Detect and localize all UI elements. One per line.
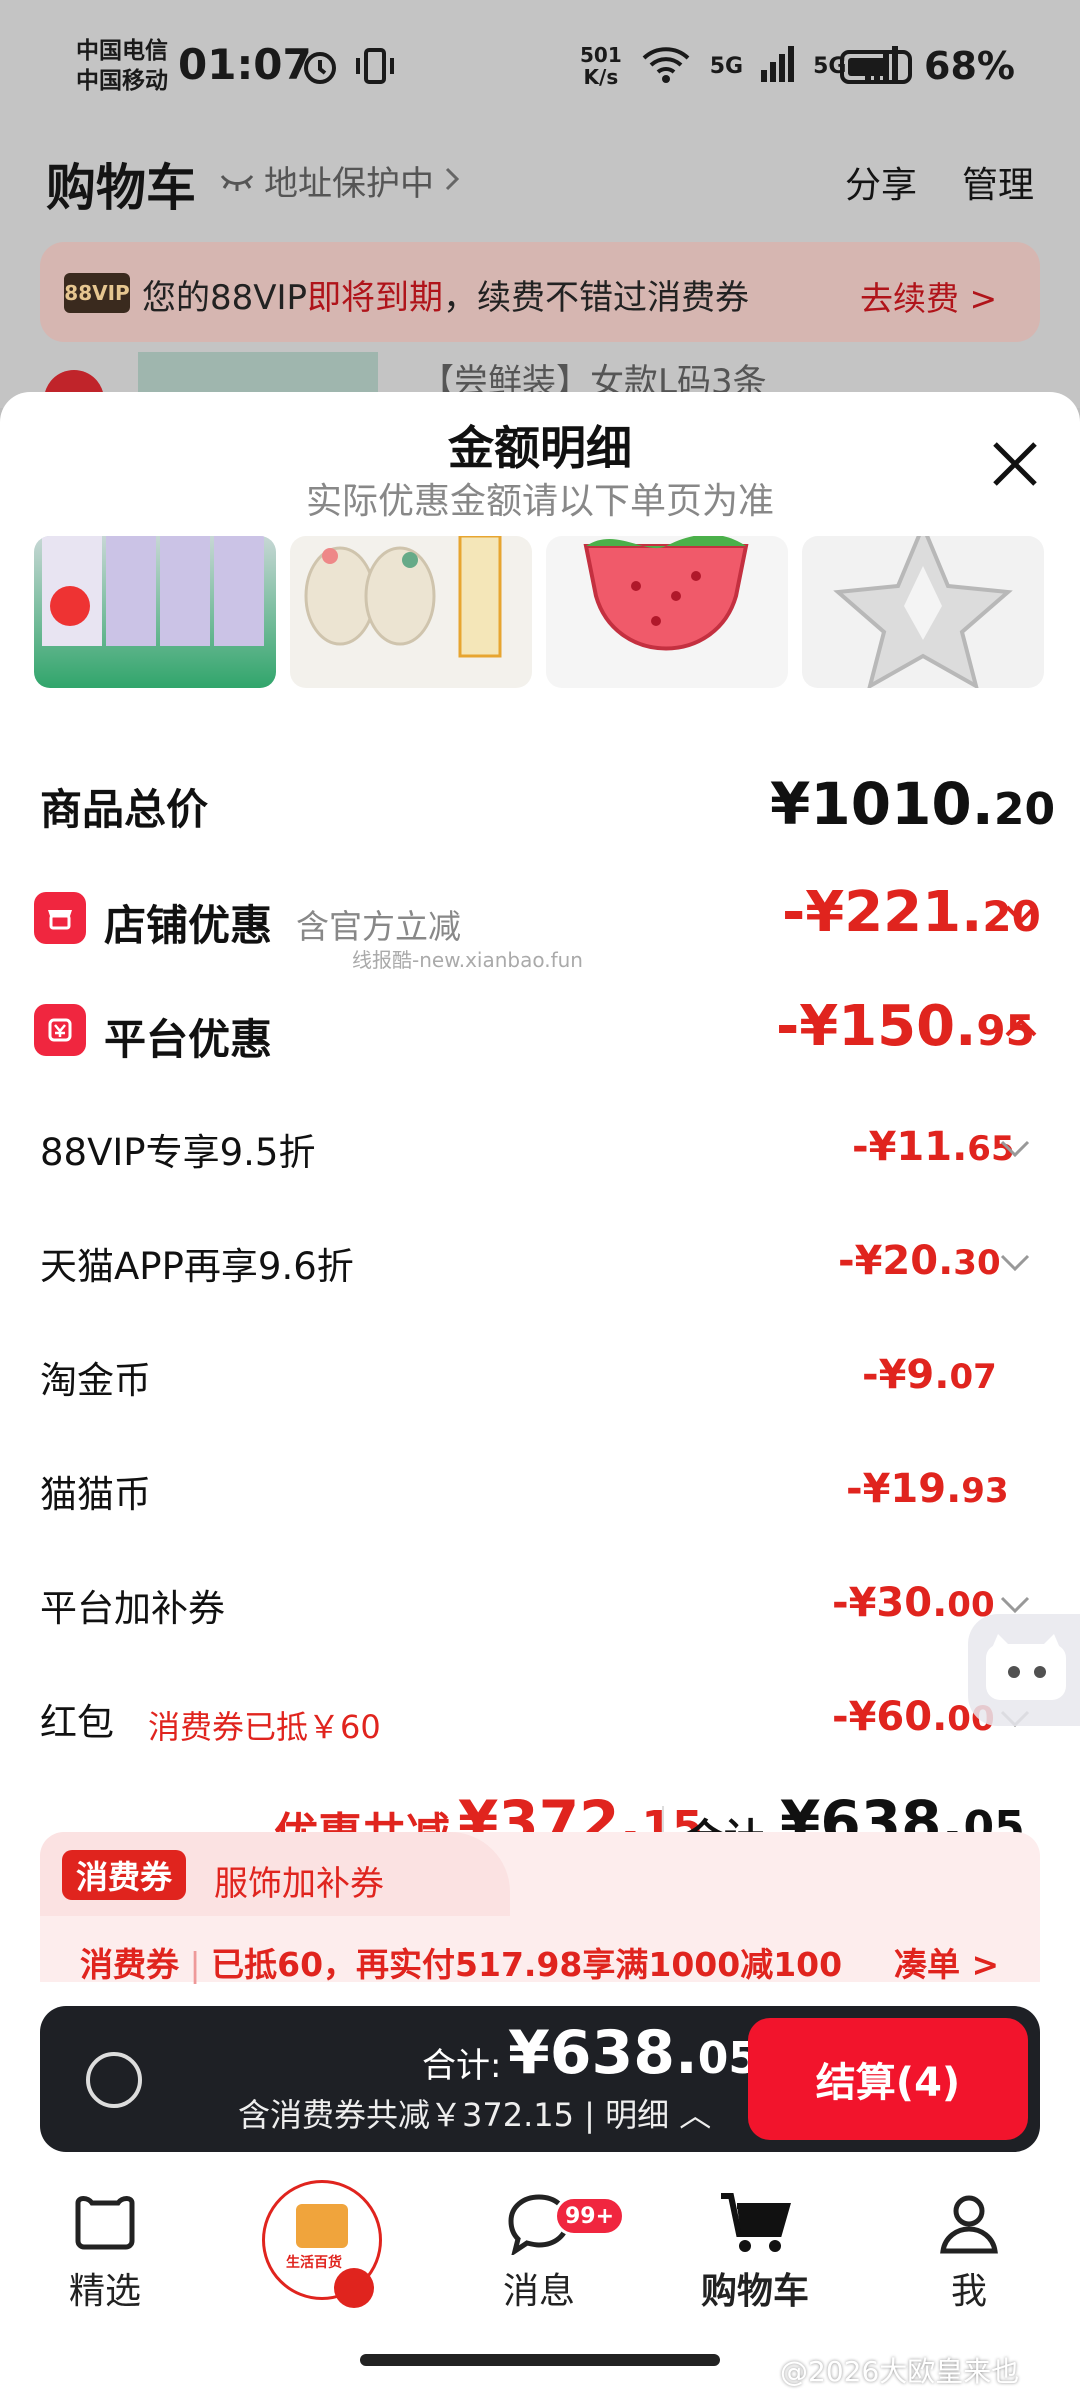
signal-bars-icon bbox=[761, 46, 795, 86]
net-speed: 501 K/s bbox=[580, 43, 622, 89]
red-packet-note: 消费券已抵￥60 bbox=[148, 1708, 381, 1746]
renew-link[interactable]: 去续费 > bbox=[860, 272, 997, 320]
cart-icon bbox=[680, 2188, 830, 2258]
life-store-label: 生活百货 bbox=[286, 2255, 342, 2271]
life-store-icon bbox=[296, 2204, 348, 2248]
product-thumbnails bbox=[34, 536, 1044, 688]
product-thumb-strawberry-charm bbox=[546, 536, 788, 688]
checkout-total-label: 合计: bbox=[422, 2046, 502, 2086]
life-store-badge bbox=[334, 2268, 374, 2308]
watermark-text: 线报酷-new.xianbao.fun bbox=[352, 948, 583, 972]
battery-percent: 68% bbox=[924, 44, 1015, 88]
chevron-right-icon bbox=[444, 161, 460, 201]
manage-button[interactable]: 管理 bbox=[962, 156, 1034, 208]
checkout-total-value: ¥638.05 bbox=[508, 2018, 760, 2088]
carrier-2: 中国移动 bbox=[76, 68, 168, 94]
product-thumb-underwear bbox=[34, 536, 276, 688]
vibrate-icon bbox=[352, 46, 398, 90]
store-discount-value[interactable]: -¥221.20 bbox=[782, 880, 1041, 945]
sheet-subtitle: 实际优惠金额请以下单页为准 bbox=[305, 481, 774, 522]
chevron-down-icon[interactable] bbox=[998, 1252, 1032, 1278]
chevron-down-icon[interactable] bbox=[1004, 904, 1038, 930]
address-label: 地址保护中 bbox=[264, 164, 434, 204]
floating-assistant-icon[interactable] bbox=[968, 1614, 1080, 1726]
wifi-icon bbox=[640, 44, 692, 88]
select-all-radio[interactable] bbox=[86, 2052, 142, 2108]
store-discount-note: 含官方立减 bbox=[296, 907, 461, 946]
tab-cart[interactable]: 购物车 bbox=[680, 2188, 830, 2314]
add-items-link[interactable]: 凑单 > bbox=[894, 1938, 999, 1986]
product-thumb-clogs bbox=[290, 536, 532, 688]
tab-featured[interactable]: 精选 bbox=[30, 2188, 180, 2314]
platform-discount-label: 平台优惠 bbox=[104, 1015, 273, 1064]
checkout-button[interactable]: 结算(4) bbox=[748, 2018, 1028, 2140]
battery-icon bbox=[840, 50, 912, 84]
product-thumb-star-charm bbox=[802, 536, 1044, 688]
coupon-progress-text: 消费券 | 已抵60，再实付517.98享满1000减100 bbox=[80, 1945, 843, 1984]
carrier-1: 中国电信 bbox=[76, 38, 168, 64]
chevron-down-icon[interactable] bbox=[998, 1138, 1032, 1164]
sheet-title: 金额明细 bbox=[448, 421, 632, 475]
coupon-badge: 消费券 bbox=[62, 1850, 187, 1900]
share-button[interactable]: 分享 bbox=[845, 156, 917, 208]
address-protection[interactable]: 地址保护中 bbox=[220, 156, 460, 205]
goods-total-label: 商品总价 bbox=[40, 785, 209, 834]
vip-tag: 88VIP bbox=[64, 273, 130, 313]
message-count-badge: 99+ bbox=[554, 2196, 626, 2236]
carrier-labels: 中国电信 中国移动 bbox=[76, 36, 168, 96]
store-discount-label: 店铺优惠 bbox=[104, 901, 273, 950]
eye-closed-icon bbox=[220, 161, 254, 201]
platform-discount-value[interactable]: -¥150.95 bbox=[776, 994, 1035, 1059]
page-title: 购物车 bbox=[46, 159, 196, 217]
tab-me[interactable]: 我 bbox=[894, 2188, 1044, 2314]
coupon-title: 服饰加补券 bbox=[214, 1864, 384, 1904]
weibo-watermark: @2026大欧皇来也 bbox=[780, 2355, 1020, 2388]
signal-5g-1: 5G bbox=[709, 53, 744, 79]
platform-icon bbox=[34, 1004, 86, 1056]
vip-message: 您的88VIP即将到期，续费不错过消费券 bbox=[142, 278, 750, 318]
featured-icon bbox=[30, 2188, 180, 2258]
person-icon bbox=[894, 2188, 1044, 2258]
status-time: 01:07 bbox=[178, 40, 312, 89]
home-indicator[interactable] bbox=[360, 2354, 720, 2366]
chevron-up-icon: ︿ bbox=[679, 2096, 712, 2134]
store-icon bbox=[34, 892, 86, 944]
goods-total-value: ¥1010.20 bbox=[770, 770, 1056, 838]
checkout-detail-toggle[interactable]: 含消费券共减￥372.15 | 明细 ︿ bbox=[238, 2090, 711, 2136]
alarm-icon bbox=[300, 46, 340, 90]
close-icon[interactable] bbox=[985, 434, 1045, 494]
chevron-up-icon[interactable] bbox=[1004, 1016, 1038, 1042]
